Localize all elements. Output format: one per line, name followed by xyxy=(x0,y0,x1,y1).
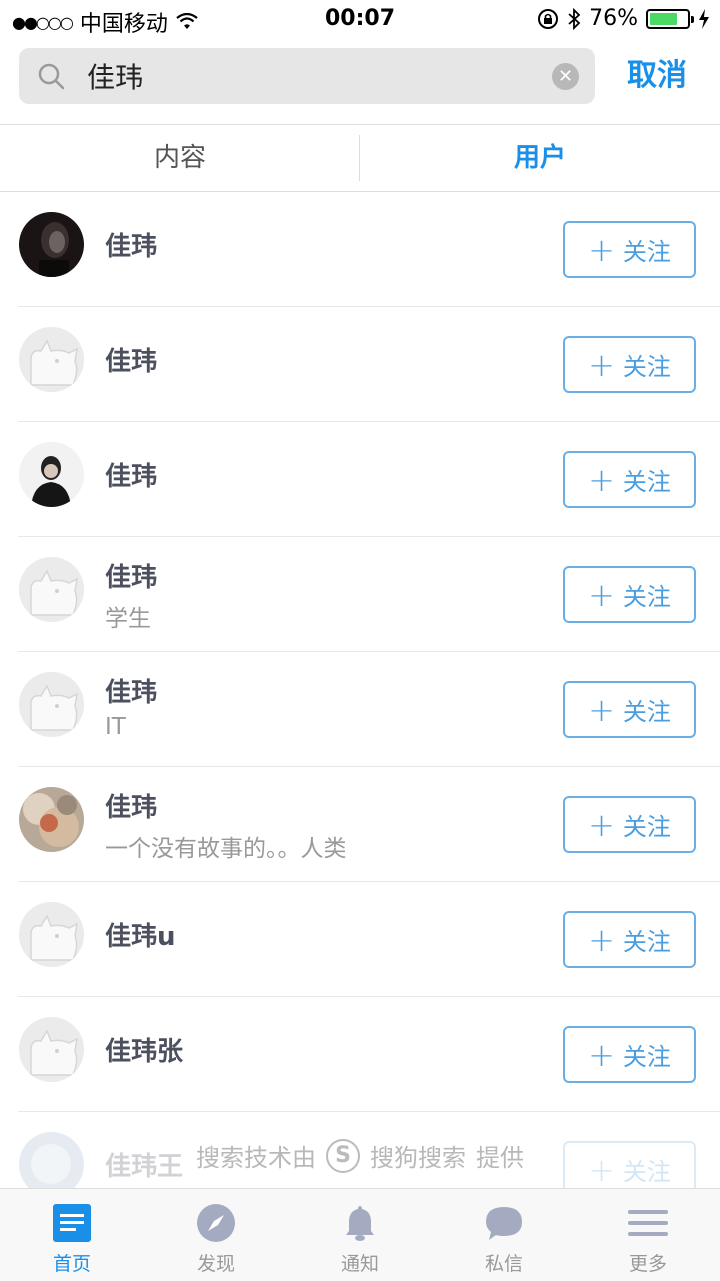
plus-icon: + xyxy=(588,460,615,499)
follow-label: 关注 xyxy=(622,813,671,841)
sogou-logo-icon: S xyxy=(326,1138,360,1173)
avatar[interactable] xyxy=(19,787,84,852)
user-name: 佳玮 xyxy=(105,563,158,593)
search-credit: 搜索技术由 S 搜狗搜索 提供 xyxy=(0,1138,720,1173)
tabbar-item-home[interactable]: 首页 xyxy=(0,1189,144,1281)
search-input[interactable] xyxy=(87,48,547,104)
avatar[interactable] xyxy=(19,672,84,737)
user-name: 佳玮 xyxy=(105,793,158,823)
bluetooth-icon xyxy=(568,7,581,30)
user-row[interactable]: 佳玮 + 关注 xyxy=(0,307,720,422)
tabbar-label-notifications: 通知 xyxy=(340,1253,379,1275)
follow-label: 关注 xyxy=(622,698,671,726)
plus-icon: + xyxy=(588,805,615,844)
cancel-button[interactable]: 取消 xyxy=(612,54,702,98)
user-name: 佳玮u xyxy=(105,922,176,952)
user-row[interactable]: 佳玮 IT + 关注 xyxy=(0,652,720,767)
chat-bubble-icon xyxy=(486,1207,522,1240)
compass-icon xyxy=(197,1204,235,1242)
user-bio: 一个没有故事的。。人类 xyxy=(105,836,347,862)
credit-prefix: 搜索技术由 xyxy=(196,1144,316,1172)
battery-icon xyxy=(646,8,694,29)
plus-icon: + xyxy=(588,1035,615,1074)
follow-button[interactable]: + 关注 xyxy=(563,336,696,393)
follow-button[interactable]: + 关注 xyxy=(563,911,696,968)
user-row[interactable]: 佳玮学生 + 关注 xyxy=(0,537,720,652)
plus-icon: + xyxy=(588,575,615,614)
user-name: 佳玮 xyxy=(105,678,158,708)
plus-icon: + xyxy=(588,345,615,384)
tabbar-label-more: 更多 xyxy=(628,1253,667,1275)
user-bio: 学生 xyxy=(105,606,151,632)
avatar[interactable] xyxy=(19,1017,84,1082)
avatar[interactable] xyxy=(19,557,84,622)
tabbar-label-home: 首页 xyxy=(52,1253,91,1275)
follow-label: 关注 xyxy=(622,1043,671,1071)
tabbar-item-messages[interactable]: 私信 xyxy=(432,1189,576,1281)
tabbar-item-notifications[interactable]: 通知 xyxy=(288,1189,432,1281)
menu-icon xyxy=(628,1210,668,1236)
bottom-tab-bar: 首页 发现 通知 私信 更多 xyxy=(0,1188,720,1281)
follow-button[interactable]: + 关注 xyxy=(563,681,696,738)
follow-label: 关注 xyxy=(622,353,671,381)
credit-suffix: 提供 xyxy=(476,1144,524,1172)
follow-label: 关注 xyxy=(622,583,671,611)
avatar[interactable] xyxy=(19,902,84,967)
bell-icon xyxy=(346,1206,374,1241)
user-bio: IT xyxy=(105,714,126,740)
charging-icon xyxy=(699,8,709,29)
user-name: 佳玮 xyxy=(105,232,158,262)
user-row[interactable]: 佳玮张 + 关注 xyxy=(0,997,720,1112)
user-name: 佳玮张 xyxy=(105,1037,184,1067)
credit-brand: 搜狗搜索 xyxy=(370,1144,466,1172)
user-row[interactable]: 佳玮一个没有故事的。。人类 + 关注 xyxy=(0,767,720,882)
plus-icon: + xyxy=(588,920,615,959)
home-feed-icon xyxy=(53,1204,91,1242)
follow-button[interactable]: + 关注 xyxy=(563,566,696,623)
follow-button[interactable]: + 关注 xyxy=(563,451,696,508)
battery-percent: 76% xyxy=(589,6,638,31)
avatar[interactable] xyxy=(19,442,84,507)
avatar[interactable] xyxy=(19,327,84,392)
search-icon xyxy=(38,63,65,90)
user-row[interactable]: 佳玮 + 关注 xyxy=(0,192,720,307)
follow-label: 关注 xyxy=(622,468,671,496)
search-bar: ✕ xyxy=(19,48,595,104)
tabbar-label-messages: 私信 xyxy=(484,1253,523,1275)
rotation-lock-icon xyxy=(538,8,559,29)
follow-label: 关注 xyxy=(622,238,671,266)
tab-content[interactable]: 内容 xyxy=(0,125,360,191)
follow-label: 关注 xyxy=(622,928,671,956)
tabbar-item-discover[interactable]: 发现 xyxy=(144,1189,288,1281)
status-bar: ●●○○○ 中国移动 00:07 76% xyxy=(0,0,720,40)
user-name: 佳玮 xyxy=(105,347,158,377)
user-row[interactable]: 佳玮 + 关注 xyxy=(0,422,720,537)
avatar[interactable] xyxy=(19,212,84,277)
user-list: 佳玮 + 关注 佳玮 + 关注 佳玮 + 关注 佳玮 学生 + 关注 佳玮 IT + 关注 佳玮 一个没有故事的。。… xyxy=(0,192,720,1227)
tab-divider xyxy=(359,135,360,181)
plus-icon: + xyxy=(588,230,615,269)
result-tabs: 内容 用户 xyxy=(0,124,720,192)
user-row[interactable]: 佳玮u + 关注 xyxy=(0,882,720,997)
follow-button[interactable]: + 关注 xyxy=(563,221,696,278)
follow-button[interactable]: + 关注 xyxy=(563,796,696,853)
follow-button[interactable]: + 关注 xyxy=(563,1026,696,1083)
tabbar-label-discover: 发现 xyxy=(196,1253,235,1275)
plus-icon: + xyxy=(588,690,615,729)
tab-users[interactable]: 用户 xyxy=(360,125,720,191)
tabbar-item-more[interactable]: 更多 xyxy=(576,1189,720,1281)
clear-search-button[interactable]: ✕ xyxy=(552,63,579,90)
user-name: 佳玮 xyxy=(105,462,158,492)
